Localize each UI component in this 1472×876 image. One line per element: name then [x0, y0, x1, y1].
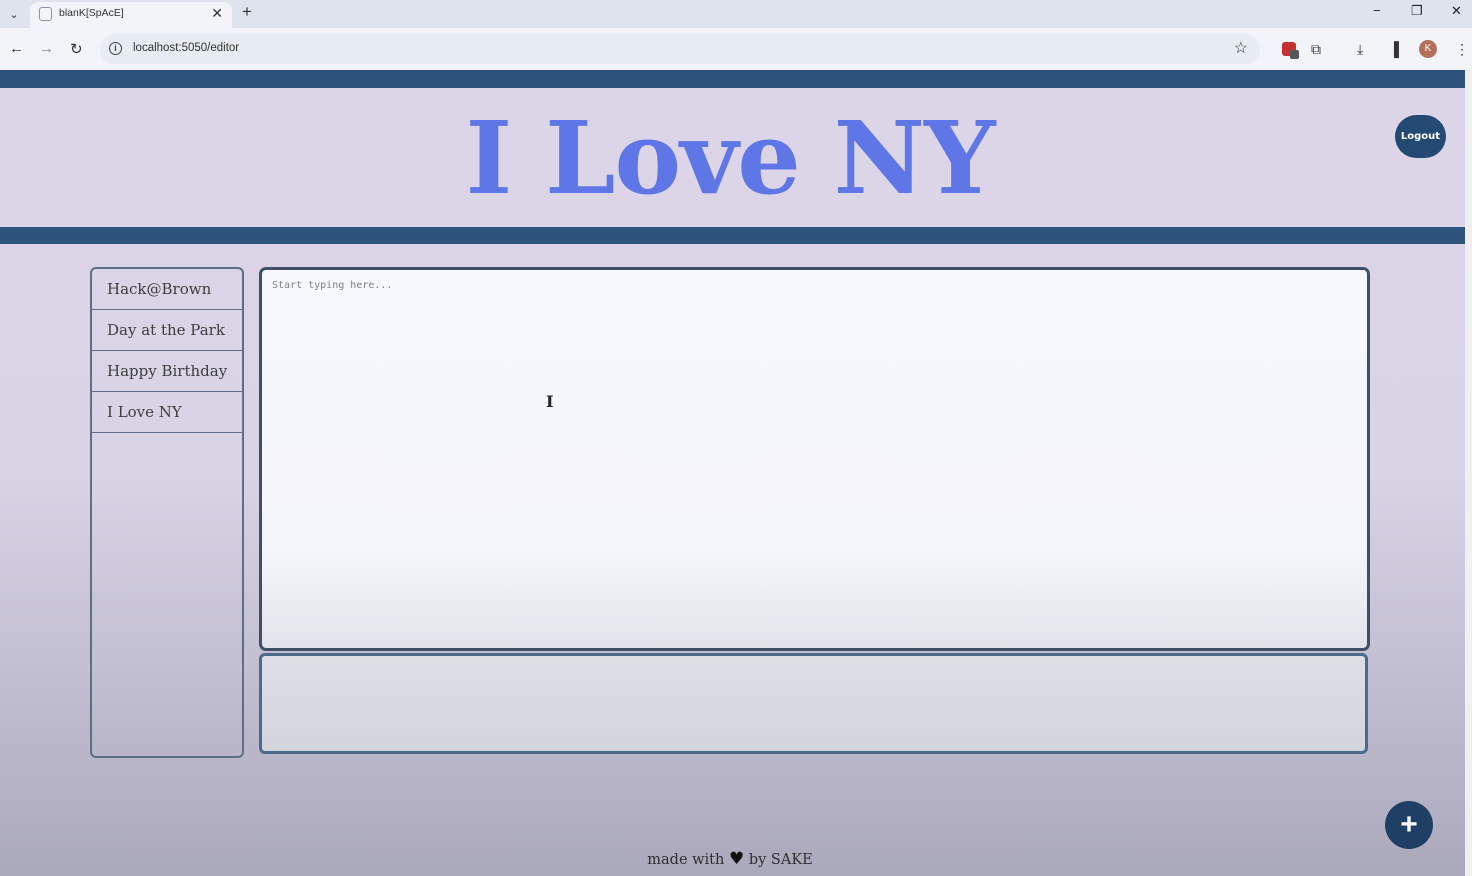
sidebar-item-hack-brown[interactable]: Hack@Brown [92, 269, 242, 310]
minimize-button[interactable]: − [1373, 3, 1381, 18]
extensions-puzzle-icon[interactable]: ⧉ [1311, 41, 1321, 58]
page-title: I Love NY [465, 99, 996, 217]
url-text[interactable]: localhost:5050/editor [133, 42, 239, 54]
output-panel [259, 653, 1368, 754]
logout-button[interactable]: Logout [1395, 115, 1446, 158]
reload-button[interactable]: ↻ [70, 40, 83, 58]
sidebar-item-happy-birthday[interactable]: Happy Birthday [92, 351, 242, 392]
sidebar-item-day-at-the-park[interactable]: Day at the Park [92, 310, 242, 351]
tab-title: blanK[SpAcE] [59, 7, 124, 19]
site-info-icon[interactable]: i [109, 42, 122, 55]
add-button[interactable]: + [1385, 801, 1433, 849]
browser-tab-bar: ⌄ blanK[SpAcE] ✕ + − ❐ ✕ [0, 0, 1472, 28]
tab-favicon-icon [39, 7, 52, 21]
scrollbar[interactable] [1465, 70, 1472, 876]
back-button[interactable]: ← [9, 40, 24, 57]
close-window-button[interactable]: ✕ [1451, 3, 1462, 19]
header-top-band [0, 70, 1465, 88]
tab-close-icon[interactable]: ✕ [211, 5, 223, 22]
address-bar: ← → ↻ i localhost:5050/editor ☆ ⧉ ⤓ ▐ K … [0, 28, 1472, 70]
side-panel-icon[interactable]: ▐ [1389, 41, 1399, 57]
header-bottom-band [0, 227, 1465, 244]
browser-menu-icon[interactable]: ⋮ [1455, 41, 1469, 58]
footer-suffix: by SAKE [748, 852, 813, 868]
download-icon[interactable]: ⤓ [1357, 41, 1363, 58]
extension-badge [1290, 50, 1299, 59]
restore-button[interactable]: ❐ [1411, 3, 1423, 19]
text-cursor-icon: I [546, 392, 554, 411]
tab-list-chevron-icon[interactable]: ⌄ [4, 4, 24, 24]
editor-textarea[interactable] [262, 270, 1367, 648]
forward-button[interactable]: → [39, 40, 54, 57]
profile-avatar[interactable]: K [1419, 40, 1437, 58]
sidebar: Hack@Brown Day at the Park Happy Birthda… [90, 267, 244, 758]
bookmark-star-icon[interactable]: ☆ [1234, 38, 1248, 58]
footer: made with ♥ by SAKE [0, 849, 1460, 869]
header: I Love NY Logout [0, 88, 1465, 227]
page: I Love NY Logout Hack@Brown Day at the P… [0, 70, 1465, 876]
omnibox[interactable]: i localhost:5050/editor ☆ [100, 34, 1260, 64]
sidebar-item-i-love-ny[interactable]: I Love NY [92, 392, 242, 433]
browser-tab[interactable]: blanK[SpAcE] ✕ [30, 2, 232, 28]
new-tab-button[interactable]: + [242, 2, 252, 22]
footer-prefix: made with [647, 852, 725, 868]
editor-panel: I [259, 267, 1370, 651]
heart-icon: ♥ [728, 849, 745, 869]
